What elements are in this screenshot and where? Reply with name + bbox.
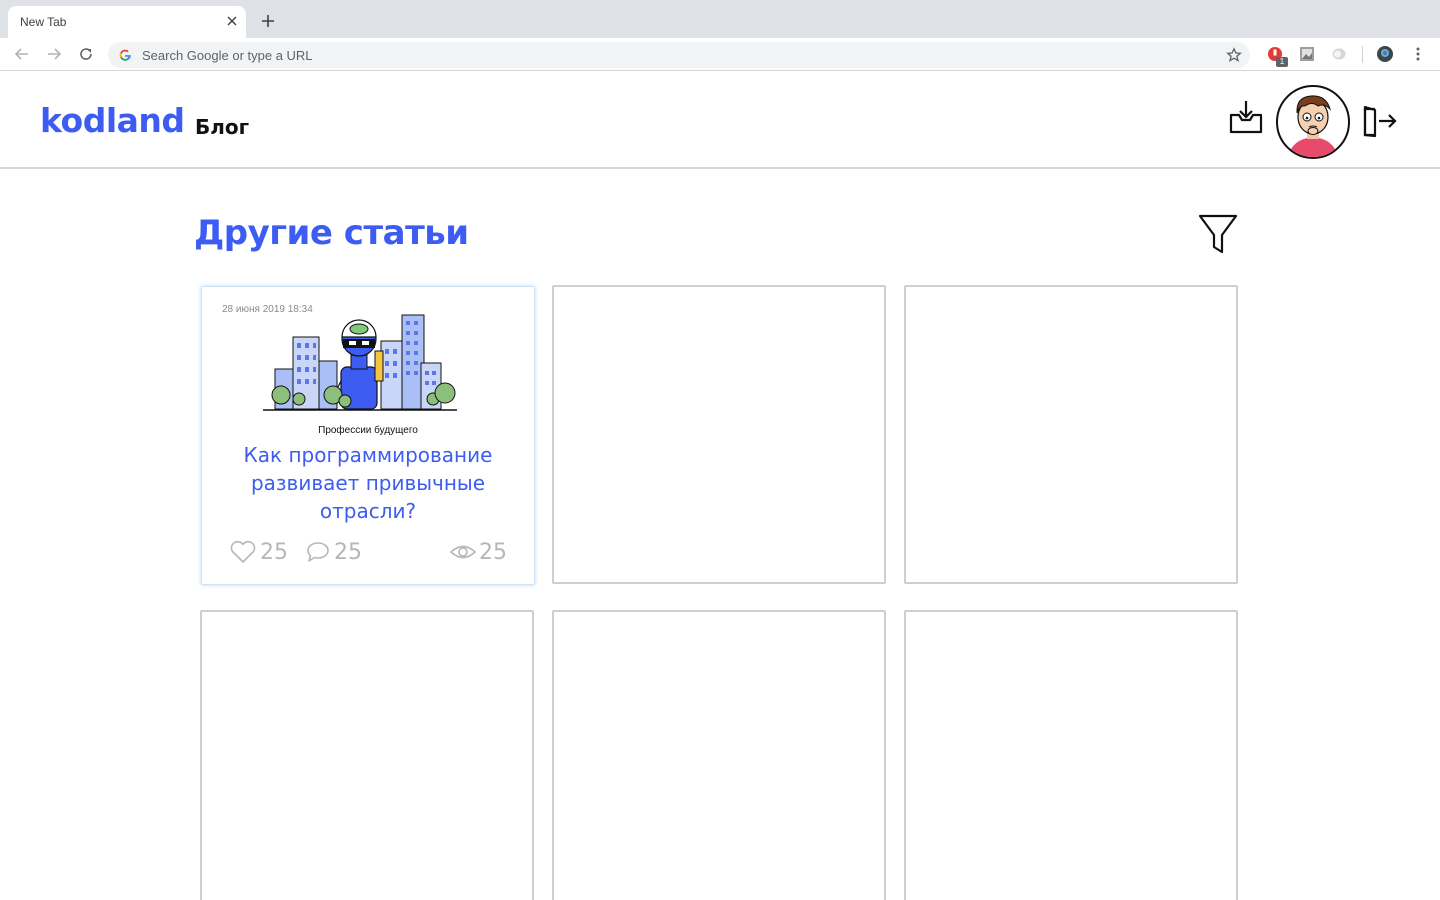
article-card-placeholder[interactable] bbox=[200, 610, 534, 900]
likes-stat[interactable]: 25 bbox=[229, 538, 289, 565]
bookmark-star-icon[interactable] bbox=[1226, 47, 1242, 63]
browser-toolbar: Search Google or type a URL bbox=[0, 38, 1440, 71]
article-category[interactable]: Профессии будущего bbox=[202, 425, 534, 436]
address-bar[interactable]: Search Google or type a URL bbox=[108, 42, 1250, 68]
close-icon[interactable] bbox=[224, 13, 240, 29]
logout-icon[interactable] bbox=[1362, 104, 1398, 138]
heart-icon bbox=[230, 540, 256, 563]
site-header: kodland Блог bbox=[0, 72, 1440, 169]
nav-blog-link[interactable]: Блог bbox=[195, 115, 249, 139]
extension-badge: 1 bbox=[1276, 57, 1288, 67]
tab-title: New Tab bbox=[20, 15, 67, 29]
article-card-placeholder[interactable] bbox=[904, 610, 1238, 900]
browser-tab-strip: New Tab bbox=[0, 0, 1440, 38]
back-arrow-icon[interactable] bbox=[13, 45, 31, 63]
screenshot-extension-icon[interactable] bbox=[1299, 46, 1315, 62]
forward-arrow-icon[interactable] bbox=[45, 45, 63, 63]
comment-bubble-icon bbox=[307, 542, 329, 562]
browser-menu-icon[interactable] bbox=[1410, 46, 1426, 62]
section-title: Другие статьи bbox=[194, 213, 469, 253]
kodland-logo[interactable]: kodland bbox=[40, 101, 185, 140]
views-count: 25 bbox=[479, 540, 507, 565]
article-card-placeholder[interactable] bbox=[552, 285, 886, 584]
article-title[interactable]: Как программирование развивает привычные… bbox=[222, 441, 514, 525]
address-placeholder: Search Google or type a URL bbox=[142, 48, 313, 63]
filter-icon[interactable] bbox=[1198, 213, 1238, 255]
city-robot-illustration bbox=[263, 314, 457, 411]
comments-count: 25 bbox=[334, 540, 362, 565]
article-card-placeholder[interactable] bbox=[552, 610, 886, 900]
article-card[interactable]: 28 июня 2019 18:34 Профессии будущего Ка… bbox=[201, 286, 535, 585]
article-card-placeholder[interactable] bbox=[904, 285, 1238, 584]
new-tab-icon[interactable] bbox=[260, 13, 276, 29]
google-icon bbox=[119, 49, 131, 61]
toolbar-divider bbox=[1362, 46, 1363, 63]
browser-tab[interactable]: New Tab bbox=[8, 6, 246, 38]
comments-stat[interactable]: 25 bbox=[305, 538, 365, 565]
views-stat: 25 bbox=[449, 538, 509, 565]
extension-toggle-icon[interactable] bbox=[1331, 46, 1347, 62]
user-avatar[interactable] bbox=[1276, 85, 1350, 159]
profile-avatar-icon[interactable] bbox=[1377, 46, 1393, 62]
inbox-download-icon[interactable] bbox=[1228, 99, 1264, 135]
eye-icon bbox=[449, 545, 477, 559]
likes-count: 25 bbox=[260, 540, 288, 565]
reload-icon[interactable] bbox=[77, 45, 95, 63]
avatar-illustration bbox=[1288, 95, 1338, 157]
